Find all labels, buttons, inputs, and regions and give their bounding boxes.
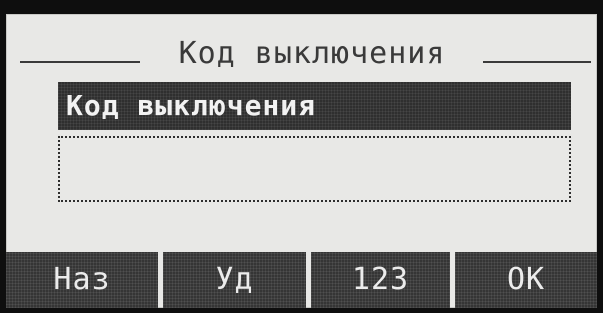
delete-softkey[interactable]: Уд	[163, 252, 306, 308]
page-title: Код выключения	[178, 36, 446, 71]
title-row: Код выключения	[6, 34, 597, 74]
softkey-bar: Наз Уд 123 ОК	[6, 252, 597, 308]
unlock-code-input[interactable]	[58, 136, 571, 202]
back-softkey[interactable]: Наз	[6, 252, 158, 308]
field-label-bar: Код выключения	[58, 82, 571, 130]
lcd-screen: Код выключения Код выключения Наз Уд 123…	[6, 14, 597, 308]
title-divider-right	[483, 61, 591, 63]
title-divider-left	[20, 61, 140, 63]
ok-softkey[interactable]: ОК	[455, 252, 597, 308]
input-mode-softkey[interactable]: 123	[311, 252, 450, 308]
field-label: Код выключения	[66, 89, 317, 122]
